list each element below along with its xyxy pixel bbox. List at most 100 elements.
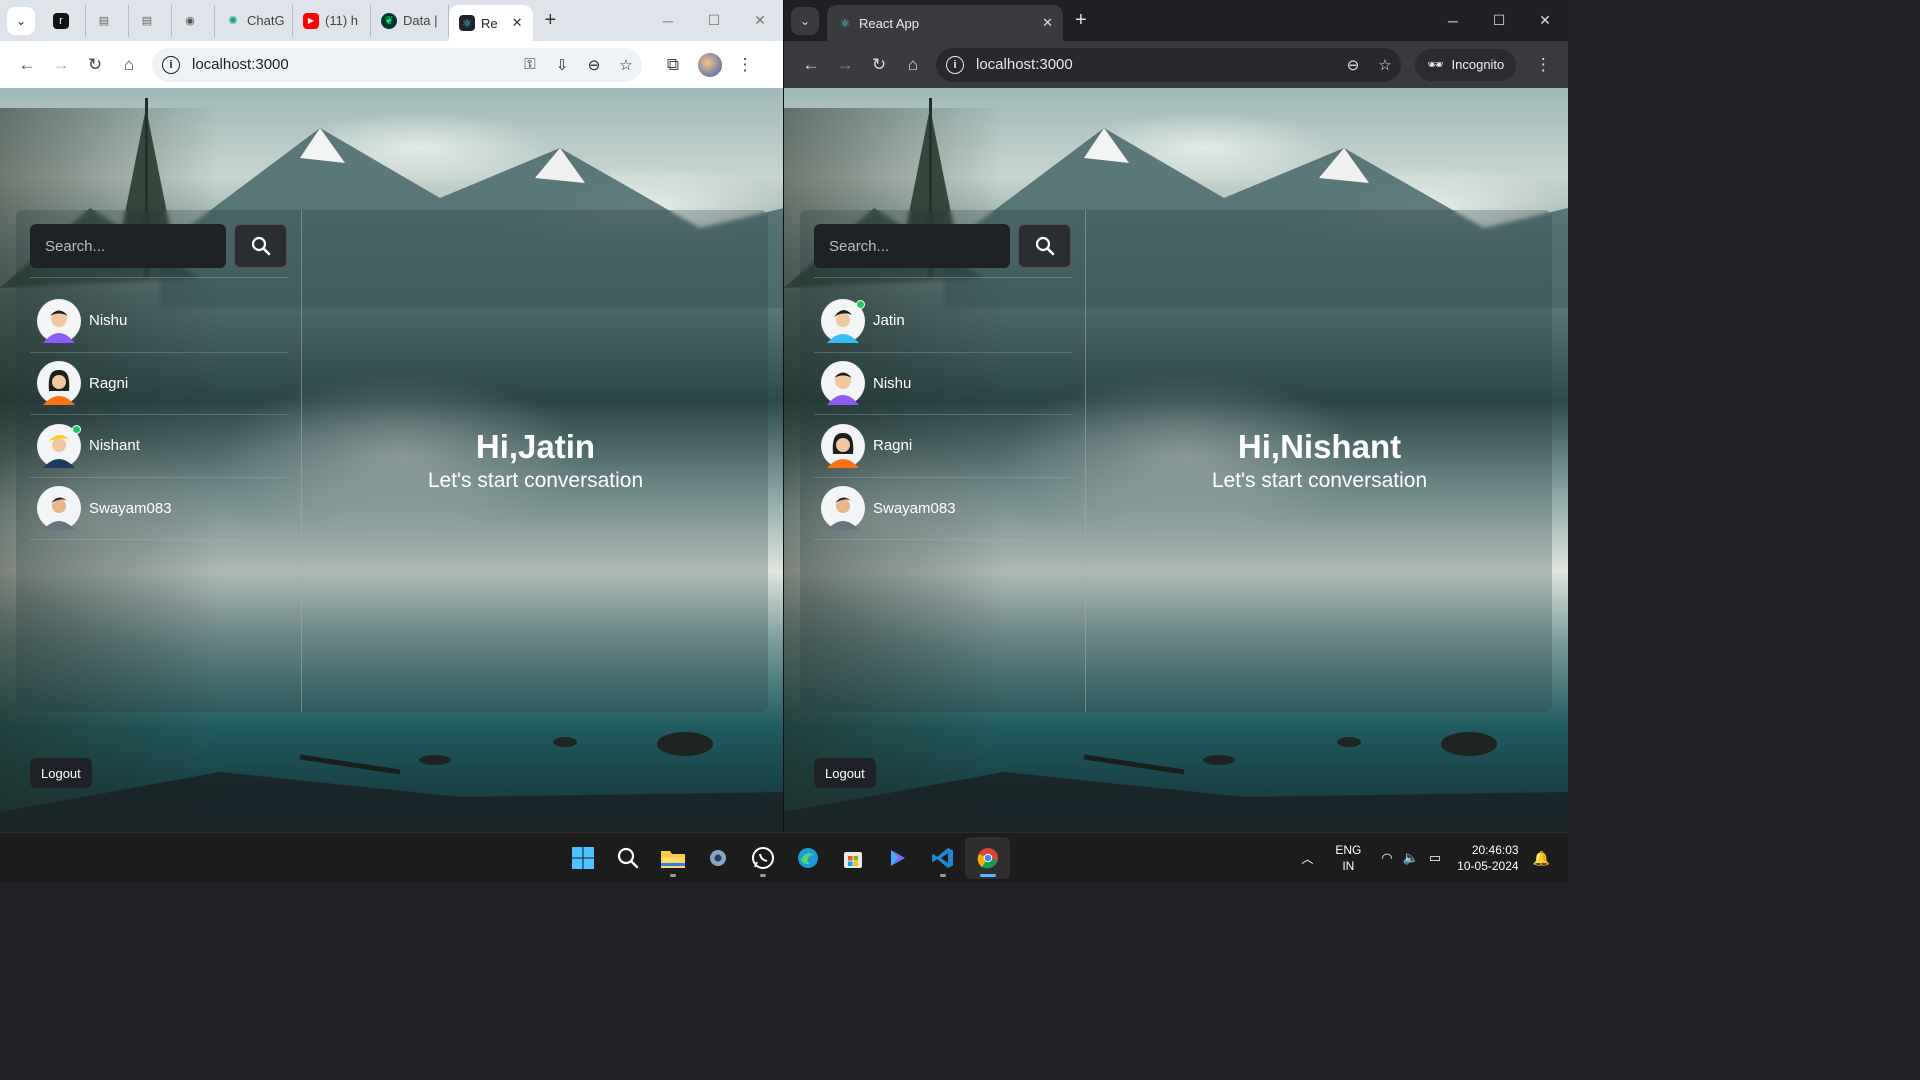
tab-doc-2[interactable]: ▤: [129, 4, 172, 37]
tray-overflow-chevron-icon[interactable]: ︿: [1301, 850, 1313, 867]
url-text: localhost:3000: [976, 56, 1073, 73]
tab-doc-1[interactable]: ▤: [86, 4, 129, 37]
user-list-item[interactable]: Nishu: [30, 290, 288, 353]
tab-search-button[interactable]: ⌄: [791, 6, 819, 35]
clock[interactable]: 20:46:03 10-05-2024: [1457, 842, 1518, 874]
user-list-item[interactable]: Swayam083: [814, 478, 1072, 540]
tab-mongodb[interactable]: ❦ Data |: [371, 4, 449, 37]
back-icon[interactable]: ←: [10, 48, 44, 82]
tab-strip: ⌄ r ▤ ▤ ◉ ✺ ChatG ▶ (11) h ❦ Data | ⚛ Re ✕ + …: [0, 0, 783, 41]
bookmark-star-icon[interactable]: ☆: [1369, 56, 1401, 74]
maximize-icon[interactable]: ☐: [1476, 0, 1522, 41]
search-input[interactable]: [814, 224, 1010, 268]
password-key-icon[interactable]: ⚿: [514, 56, 546, 73]
new-tab-button[interactable]: +: [545, 9, 557, 32]
search-icon: [251, 236, 270, 256]
reload-icon[interactable]: ↻: [78, 48, 112, 82]
logout-button[interactable]: Logout: [814, 758, 876, 788]
user-list-item[interactable]: Swayam083: [30, 478, 288, 540]
profile-avatar[interactable]: [698, 52, 722, 77]
sidebar: Nishu Ragni: [16, 210, 302, 788]
tab-react-app[interactable]: ⚛ React App ✕: [827, 5, 1063, 41]
whatsapp-icon[interactable]: [740, 837, 785, 879]
close-icon[interactable]: ✕: [1522, 0, 1568, 41]
user-list-item[interactable]: Ragni: [30, 353, 288, 415]
minimize-icon[interactable]: ─: [645, 0, 691, 41]
tab-chatgpt[interactable]: ✺ ChatG: [215, 4, 293, 37]
zoom-icon[interactable]: ⊖: [1337, 56, 1369, 74]
extensions-icon[interactable]: ⧉: [656, 48, 690, 82]
home-icon[interactable]: ⌂: [896, 48, 930, 82]
search-button[interactable]: [234, 224, 287, 268]
avatar: [821, 423, 865, 468]
time-text: 20:46:03: [1471, 843, 1519, 857]
close-tab-icon[interactable]: ✕: [1042, 15, 1053, 31]
page-viewport: Nishu Ragni: [0, 88, 783, 832]
notification-bell-icon[interactable]: 🔔: [1533, 850, 1550, 867]
back-icon[interactable]: ←: [794, 48, 828, 82]
language-indicator[interactable]: ENG IN: [1335, 842, 1361, 874]
avatar: [37, 298, 81, 343]
edge-icon[interactable]: [785, 837, 830, 879]
user-name: Ragni: [873, 437, 913, 455]
close-icon[interactable]: ✕: [737, 0, 783, 41]
copilot-icon[interactable]: [875, 837, 920, 879]
forward-icon[interactable]: →: [44, 48, 78, 82]
avatar: [37, 486, 81, 531]
user-name: Nishu: [89, 312, 128, 330]
forward-icon[interactable]: →: [828, 48, 862, 82]
page-viewport: Jatin Nishu Ragni: [784, 88, 1568, 832]
doc-icon: ▤: [141, 15, 153, 27]
reload-icon[interactable]: ↻: [862, 48, 896, 82]
vscode-icon[interactable]: [920, 837, 965, 879]
r-icon: r: [53, 12, 69, 29]
home-icon[interactable]: ⌂: [112, 48, 146, 82]
logout-button[interactable]: Logout: [30, 758, 92, 788]
zoom-icon[interactable]: ⊖: [578, 56, 610, 74]
taskbar-apps: [560, 833, 1010, 883]
maximize-icon[interactable]: ☐: [691, 0, 737, 41]
address-bar[interactable]: i localhost:3000 ⊖ ☆: [936, 47, 1401, 82]
user-name: Jatin: [873, 312, 905, 330]
battery-icon: ▭: [1428, 850, 1442, 865]
file-explorer-icon[interactable]: [650, 837, 695, 879]
tab-youtube[interactable]: ▶ (11) h: [293, 4, 371, 37]
tab-react-app[interactable]: ⚛ Re ✕: [449, 5, 533, 41]
chrome-icon[interactable]: [965, 837, 1010, 879]
search-icon[interactable]: [605, 837, 650, 879]
search-input[interactable]: [30, 224, 226, 268]
more-menu-icon[interactable]: ⋮: [728, 48, 762, 82]
greeting-heading: Hi,Jatin: [475, 427, 596, 465]
user-name: Swayam083: [873, 499, 956, 517]
address-bar[interactable]: i localhost:3000 ⚿ ⇩ ⊖ ☆: [152, 47, 642, 82]
search-button[interactable]: [1018, 224, 1071, 268]
new-tab-button[interactable]: +: [1075, 9, 1087, 32]
react-icon: ⚛: [459, 15, 475, 31]
user-list: Nishu Ragni Nishant Swayam083: [30, 290, 288, 540]
more-menu-icon[interactable]: ⋮: [1526, 48, 1560, 82]
user-list-item[interactable]: Nishu: [814, 353, 1072, 415]
user-list-item[interactable]: Nishant: [30, 415, 288, 478]
site-info-icon[interactable]: i: [946, 55, 964, 74]
incognito-badge[interactable]: 🕶 Incognito: [1415, 48, 1517, 81]
bookmark-star-icon[interactable]: ☆: [610, 56, 642, 74]
youtube-icon: ▶: [303, 12, 319, 29]
user-list-item[interactable]: Jatin: [814, 290, 1072, 353]
greeting-subtitle: Let's start conversation: [427, 468, 644, 492]
user-name: Swayam083: [89, 499, 172, 517]
minimize-icon[interactable]: ─: [1430, 0, 1476, 41]
site-info-icon[interactable]: i: [162, 55, 180, 74]
close-tab-icon[interactable]: ✕: [512, 15, 523, 31]
install-app-icon[interactable]: ⇩: [546, 56, 578, 74]
user-list-item[interactable]: Ragni: [814, 415, 1072, 478]
store-icon[interactable]: [830, 837, 875, 879]
tab-r[interactable]: r: [43, 4, 86, 37]
avatar: [821, 298, 865, 343]
doc-icon: ▤: [98, 15, 110, 27]
tab-search-button[interactable]: ⌄: [7, 6, 35, 35]
quick-settings[interactable]: ◠ 🔈 ▭: [1381, 850, 1441, 866]
chat-app-panel: Jatin Nishu Ragni: [800, 210, 1552, 788]
settings-icon[interactable]: [695, 837, 740, 879]
tab-github[interactable]: ◉: [172, 4, 215, 37]
windows-start-icon[interactable]: [560, 837, 605, 879]
